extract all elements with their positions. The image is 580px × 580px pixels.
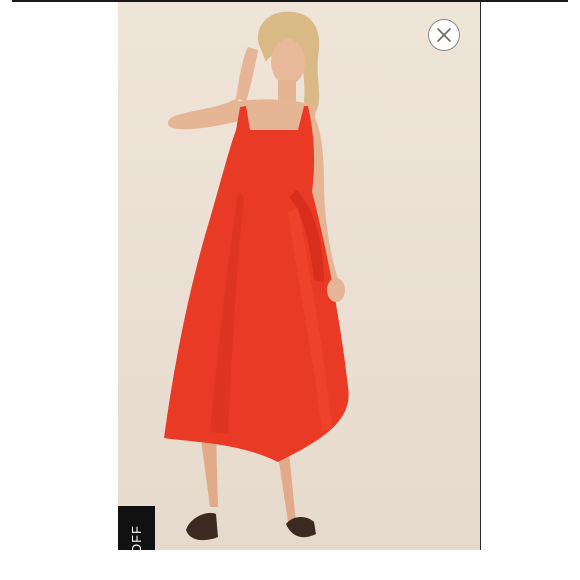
discount-badge: OFF bbox=[118, 506, 155, 550]
right-divider bbox=[480, 0, 481, 550]
product-photo-illustration bbox=[164, 11, 349, 541]
product-photo bbox=[118, 2, 480, 550]
close-button[interactable] bbox=[428, 19, 460, 51]
close-icon bbox=[436, 27, 452, 43]
discount-badge-text: OFF bbox=[129, 525, 144, 550]
